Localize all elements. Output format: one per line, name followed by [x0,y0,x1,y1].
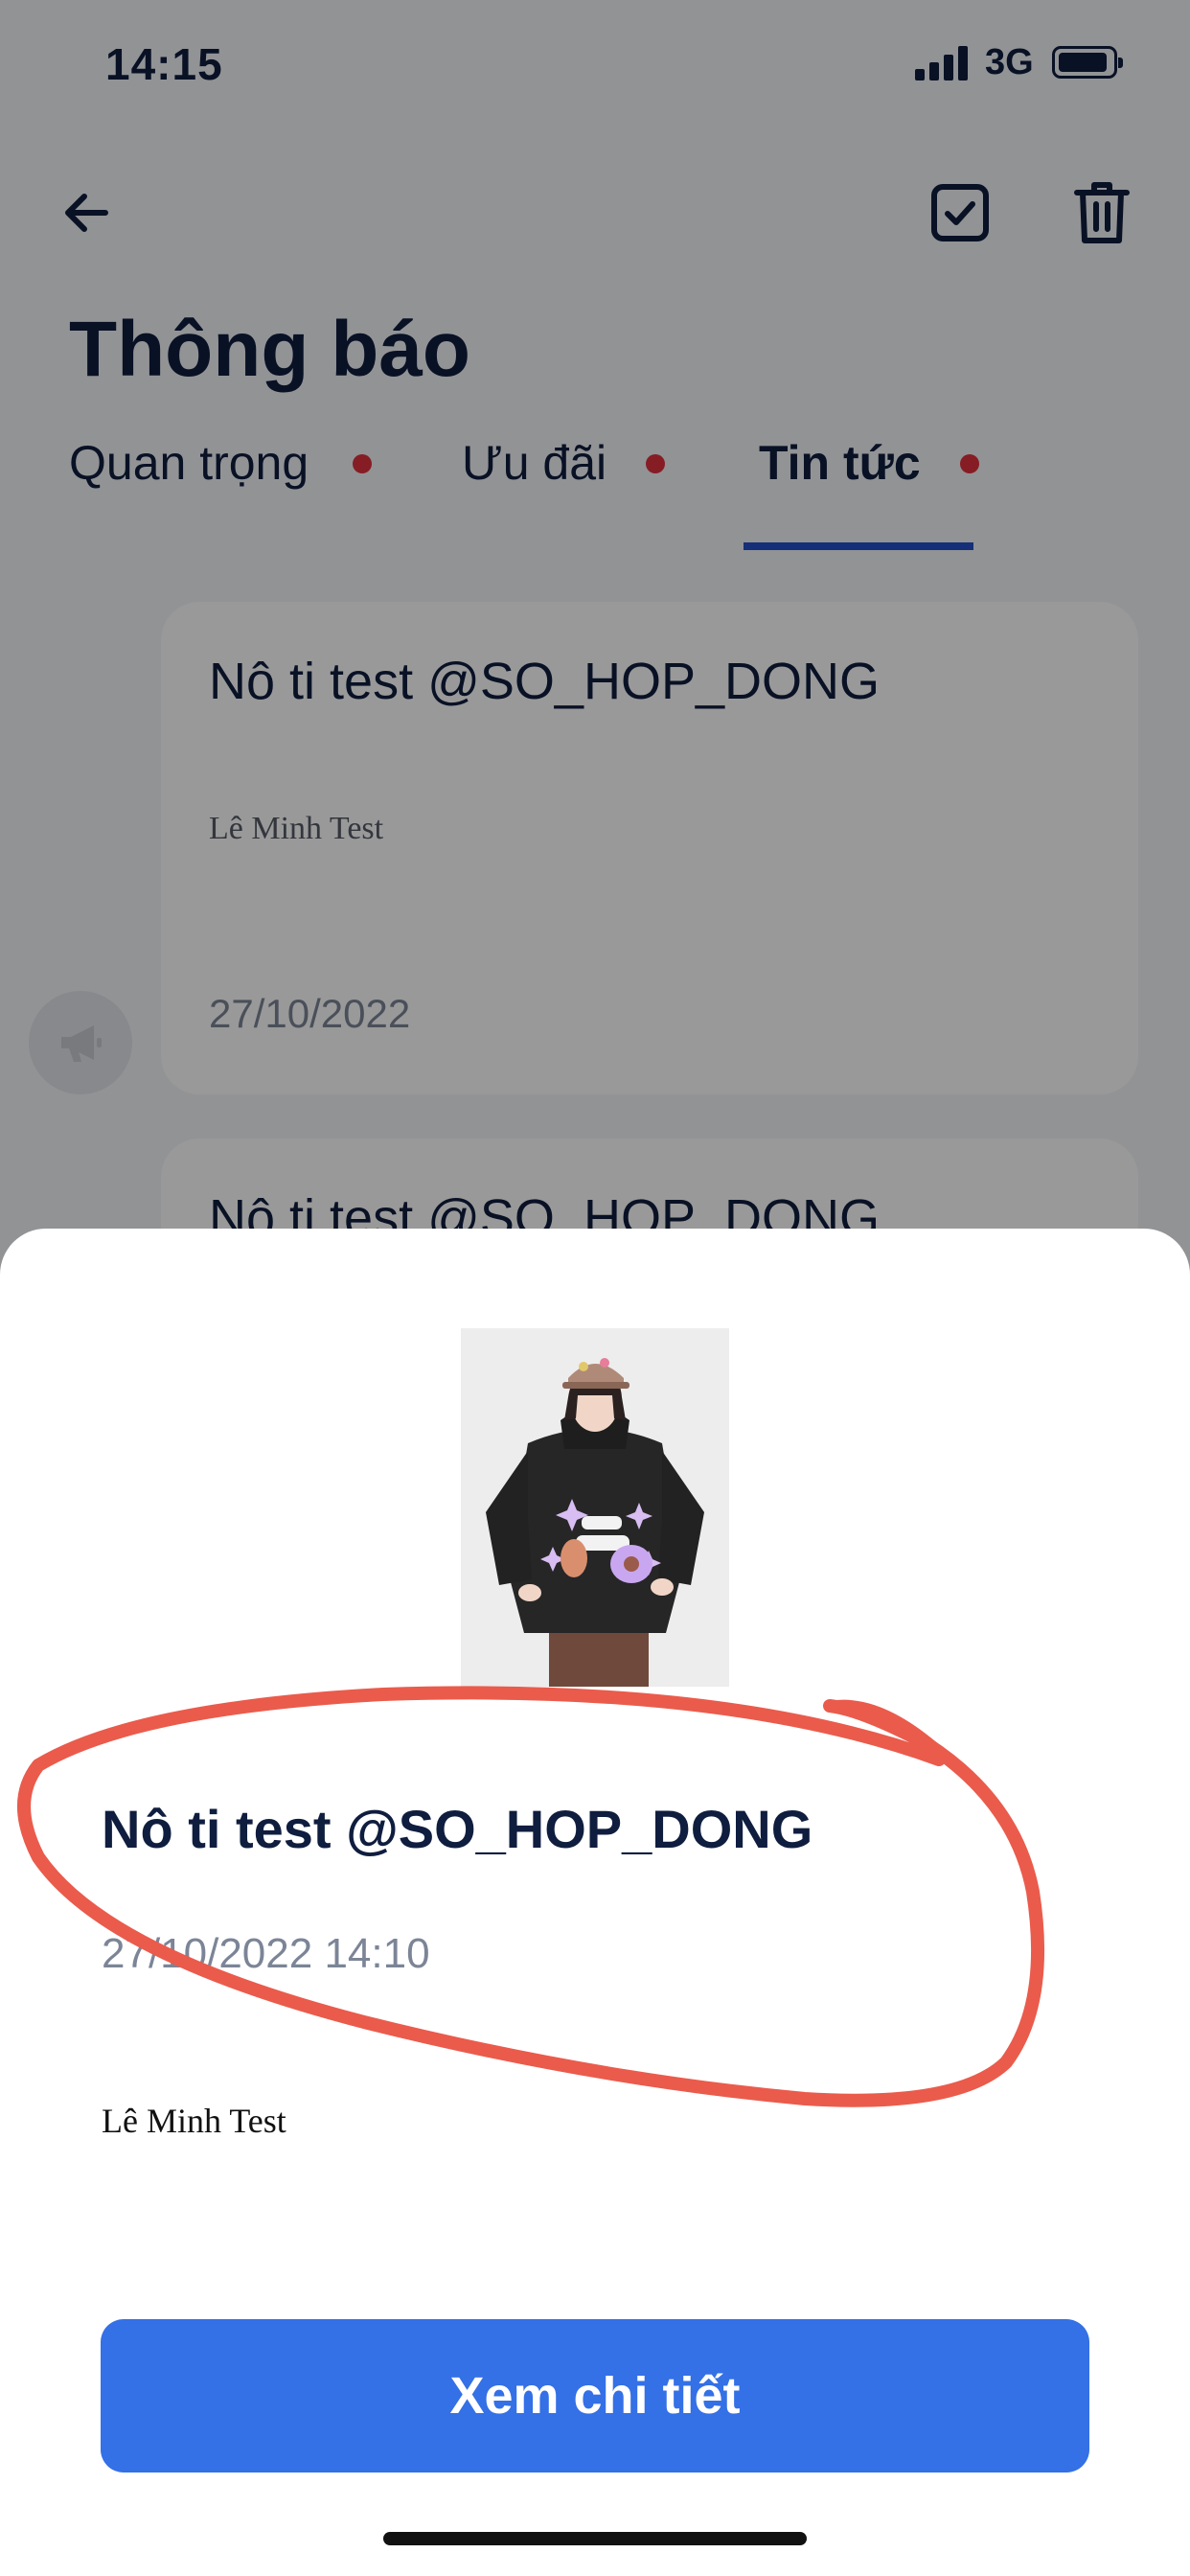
detail-title: Nô ti test @SO_HOP_DONG [102,1799,813,1859]
notification-detail-sheet: Nô ti test @SO_HOP_DONG 27/10/2022 14:10… [0,1229,1190,2576]
detail-body: Lê Minh Test [102,2102,286,2140]
home-indicator [383,2532,807,2545]
detail-datetime: 27/10/2022 14:10 [102,1930,430,1977]
product-photo [461,1328,729,1687]
view-details-button[interactable]: Xem chi tiết [101,2319,1089,2472]
